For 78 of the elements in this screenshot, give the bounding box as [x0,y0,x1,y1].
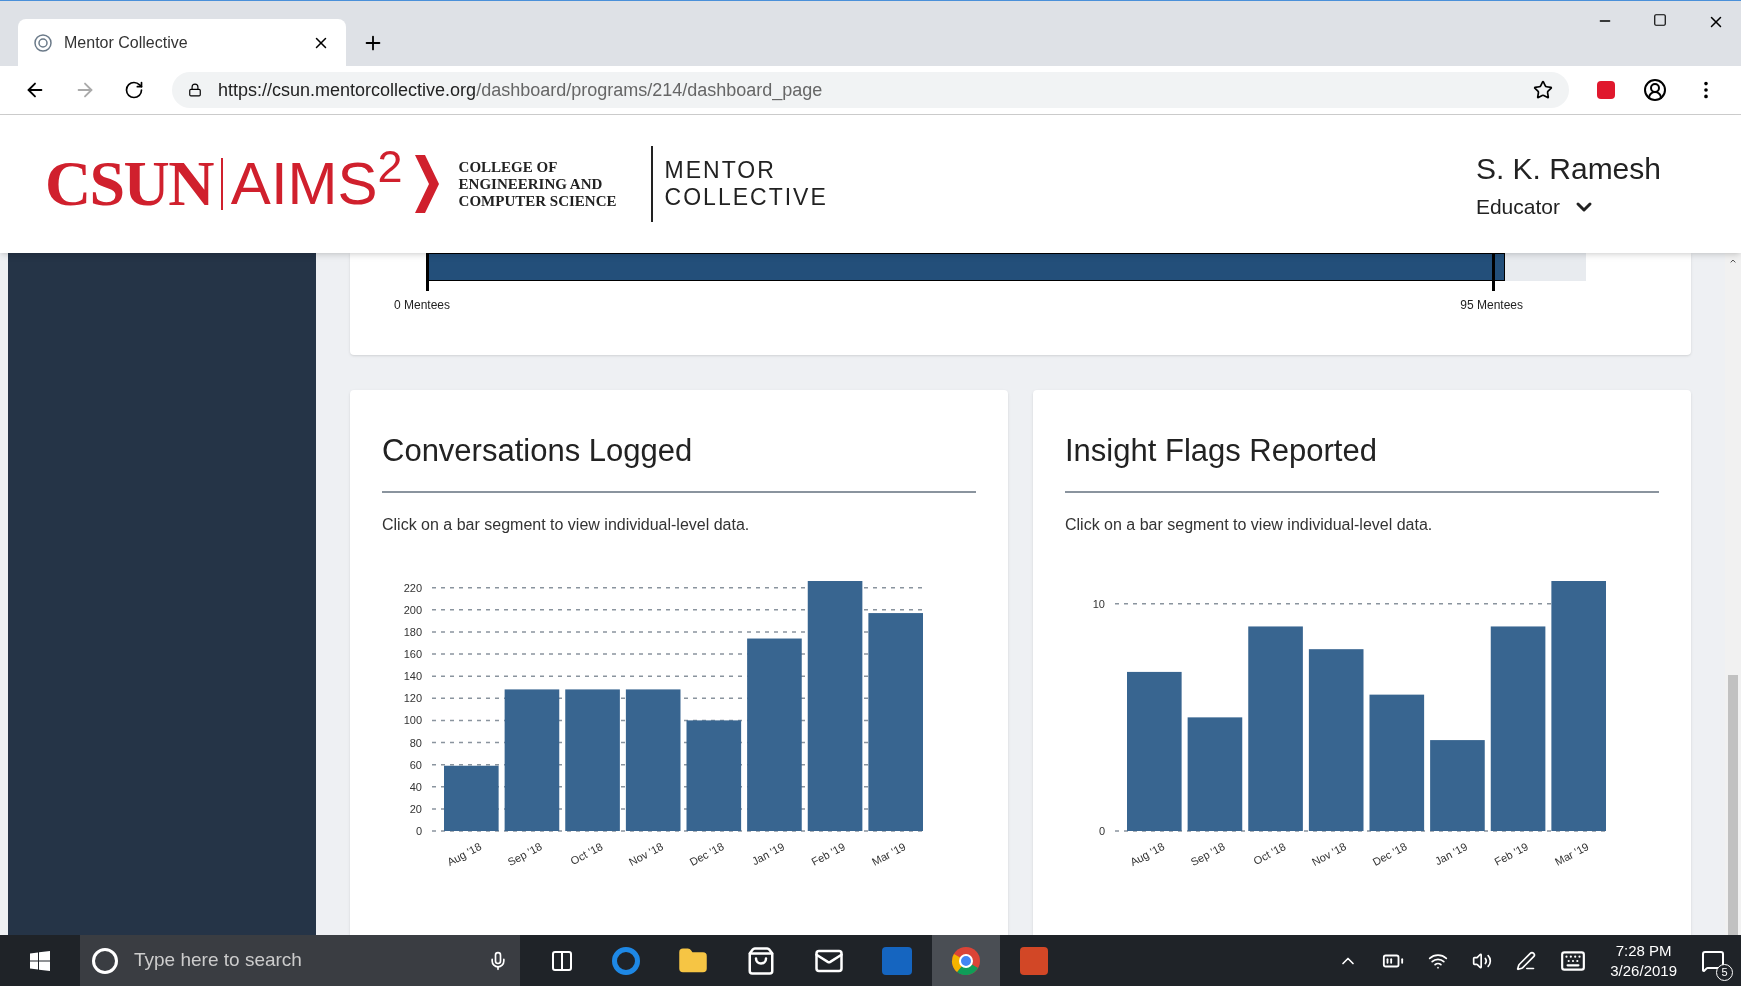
reload-icon[interactable] [124,80,144,100]
x-tick-label: Aug '18 [1128,839,1167,868]
x-tick-label: Nov '18 [1309,839,1349,868]
address-bar[interactable]: https://csun.mentorcollective.org/dashboard/programs/214/dashboard_page [172,72,1569,108]
y-tick-label: 60 [409,758,422,771]
search-field[interactable]: Type here to search [80,935,520,986]
x-tick-label: Aug '18 [445,839,484,868]
bar[interactable] [686,719,742,831]
maximize-icon[interactable] [1653,13,1667,27]
role-dropdown[interactable]: Educator [1475,190,1661,223]
card-title: Conversations Logged [382,428,976,493]
bar[interactable] [1490,625,1546,831]
brand-name: MENTOR [664,157,777,184]
y-tick-label: 40 [409,780,422,793]
bar[interactable] [625,688,681,831]
card-hint: Click on a bar segment to view individual-level data. [1065,514,1434,535]
bar[interactable] [1187,716,1243,831]
user-name: S. K. Ramesh [1475,150,1661,187]
bar[interactable] [1308,648,1364,831]
x-tick-label: Mar '19 [869,839,908,868]
axis-label: 0 Mentees [394,297,451,314]
volume-icon[interactable] [1472,950,1493,971]
y-tick-label: 10 [1092,597,1105,610]
logo-text: AIMS$^{2}$ [230,139,403,219]
x-tick-label: Mar '19 [1552,839,1591,868]
x-tick-label: Dec '18 [687,839,726,868]
search-placeholder: Type here to search [134,948,303,973]
card-hint: Click on a bar segment to view individual-level data. [382,514,751,535]
x-tick-label: Dec '18 [1370,839,1409,868]
bar[interactable] [807,580,863,831]
card-title: Insight Flags Reported [1065,428,1659,493]
y-tick-label: 160 [403,647,422,660]
x-tick-label: Feb '19 [1492,839,1530,868]
chevron-logo-icon [414,155,439,213]
x-tick-label: Jan '19 [749,839,787,867]
y-tick-label: 80 [409,736,422,748]
browser-tab[interactable]: Mentor Collective [18,19,346,66]
brand-name: COLLECTIVE [664,184,828,211]
notification-badge: 5 [1716,963,1733,981]
x-tick-label: Oct '18 [1251,839,1288,867]
taskbar-app-active[interactable] [932,935,1000,986]
clock-time: 7:28 PM [1615,940,1672,961]
x-tick-label: Oct '18 [568,839,605,867]
pen-icon[interactable] [1516,950,1537,971]
url-text: https://csun.mentorcollective.org/dashboard/programs/214/dashboard_page [218,78,824,103]
logo-text: CSUN [45,147,213,221]
profile-icon[interactable] [1643,78,1667,102]
bar[interactable] [1369,694,1425,831]
y-tick-label: 100 [403,713,422,726]
y-tick-label: 200 [403,603,422,616]
tick-mark [426,253,429,291]
y-tick-label: 0 [1098,824,1105,837]
college-name: COLLEGE OF ENGINEERING AND COMPUTER SCIENCE [458,158,618,210]
microphone-icon [488,950,508,971]
scroll-up-icon [1727,257,1739,266]
bookmark-star-icon[interactable] [1533,80,1553,100]
clock-date: 3/26/2019 [1610,960,1677,981]
tick-mark [1492,253,1495,291]
lock-icon [188,83,202,97]
bar[interactable] [504,688,560,831]
tab-title: Mentor Collective [64,32,189,53]
y-tick-label: 20 [409,802,422,815]
x-tick-label: Jan '19 [1432,839,1470,867]
scrollbar-thumb[interactable] [1728,675,1738,935]
task-view-icon[interactable] [550,948,574,973]
axis-label: 95 Mentees [1460,297,1523,314]
x-tick-label: Sep '18 [1188,839,1227,868]
y-tick-label: 220 [403,581,422,594]
x-tick-label: Nov '18 [626,839,666,868]
shopping-bag-icon[interactable] [746,945,776,976]
windows-logo-icon[interactable] [30,950,50,971]
y-tick-label: 180 [403,625,422,638]
x-tick-label: Sep '18 [505,839,544,868]
circle-logo-icon [951,945,981,976]
y-tick-label: 0 [415,824,422,837]
y-tick-label: 120 [403,691,422,704]
x-tick-label: Feb '19 [809,839,847,868]
y-tick-label: 140 [403,669,422,682]
